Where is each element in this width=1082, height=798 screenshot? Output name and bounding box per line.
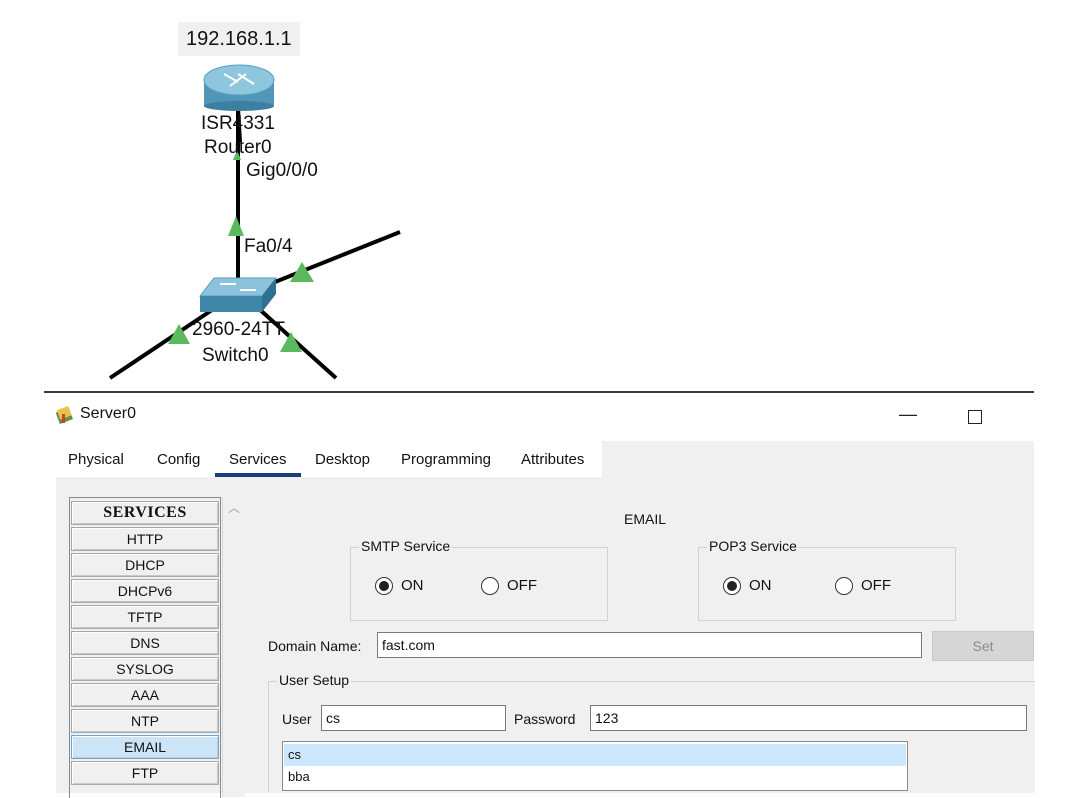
- minimize-button[interactable]: —: [896, 399, 920, 429]
- pop3-service-group: POP3 Service ON OFF: [698, 538, 956, 621]
- services-header: SERVICES: [71, 501, 219, 525]
- tab-programming[interactable]: Programming: [401, 451, 491, 468]
- switch-model-label: 2960-24TT: [192, 319, 285, 340]
- tab-bar: Physical Config Services Desktop Program…: [56, 441, 1034, 477]
- user-setup-legend: User Setup: [277, 672, 352, 688]
- service-item-dns[interactable]: DNS: [71, 631, 219, 655]
- router-icon[interactable]: [203, 64, 275, 111]
- tab-config[interactable]: Config: [157, 451, 200, 468]
- pop3-off-radio[interactable]: [835, 577, 853, 595]
- service-item-tftp[interactable]: TFTP: [71, 605, 219, 629]
- service-item-ftp[interactable]: FTP: [71, 761, 219, 785]
- service-item-ntp[interactable]: NTP: [71, 709, 219, 733]
- window-title: Server0: [80, 405, 137, 422]
- email-panel-title: EMAIL: [624, 511, 667, 527]
- set-domain-button[interactable]: Set: [932, 631, 1034, 661]
- smtp-on-label: ON: [401, 577, 424, 594]
- user-input[interactable]: cs: [321, 705, 506, 731]
- domain-name-input[interactable]: fast.com: [377, 632, 922, 658]
- tab-attributes[interactable]: Attributes: [521, 451, 584, 468]
- title-bar[interactable]: Server0 —: [44, 393, 1034, 437]
- pop3-on-radio[interactable]: [723, 577, 741, 595]
- link-up-marker: [290, 262, 314, 282]
- user-label: User: [282, 711, 312, 727]
- service-item-email[interactable]: EMAIL: [71, 735, 219, 759]
- switch-icon[interactable]: [198, 277, 278, 312]
- maximize-button[interactable]: [962, 401, 988, 429]
- services-list: SERVICES HTTP DHCP DHCPv6 TFTP DNS SYSLO…: [69, 497, 221, 798]
- pop3-service-legend: POP3 Service: [707, 538, 799, 554]
- service-item-dhcpv6[interactable]: DHCPv6: [71, 579, 219, 603]
- email-users-list[interactable]: cs bba: [282, 741, 908, 791]
- domain-name-label: Domain Name:: [268, 638, 362, 654]
- router-ip-label: 192.168.1.1: [178, 22, 300, 56]
- smtp-service-legend: SMTP Service: [359, 538, 453, 554]
- smtp-off-radio[interactable]: [481, 577, 499, 595]
- password-label: Password: [514, 711, 576, 727]
- router-model-label: ISR4331: [201, 113, 275, 134]
- service-item-aaa[interactable]: AAA: [71, 683, 219, 707]
- service-item-dhcp[interactable]: DHCP: [71, 553, 219, 577]
- server-app-icon: [55, 406, 73, 424]
- tab-desktop[interactable]: Desktop: [315, 451, 370, 468]
- smtp-on-radio[interactable]: [375, 577, 393, 595]
- router-port-label: Gig0/0/0: [246, 160, 318, 181]
- service-item-http[interactable]: HTTP: [71, 527, 219, 551]
- link-up-marker: [228, 216, 244, 236]
- pop3-on-label: ON: [749, 577, 772, 594]
- scroll-up-icon[interactable]: ︿: [227, 501, 241, 515]
- password-input[interactable]: 123: [590, 705, 1027, 731]
- tab-physical[interactable]: Physical: [68, 451, 124, 468]
- link-switch-southwest[interactable]: [108, 304, 220, 380]
- user-list-item-selected[interactable]: cs: [284, 744, 906, 766]
- smtp-off-label: OFF: [507, 577, 537, 594]
- switch-name-label: Switch0: [202, 345, 269, 366]
- service-item-syslog[interactable]: SYSLOG: [71, 657, 219, 681]
- network-topology: 192.168.1.1 ISR4331 Router0 Gig0/0/0 Fa0…: [0, 0, 1082, 390]
- services-scrollbar[interactable]: ︿: [222, 497, 245, 797]
- pop3-off-label: OFF: [861, 577, 891, 594]
- maximize-icon: [968, 410, 982, 424]
- router-name-label: Router0: [204, 137, 272, 153]
- switch-port-label: Fa0/4: [244, 236, 293, 257]
- smtp-service-group: SMTP Service ON OFF: [350, 538, 608, 621]
- user-list-item[interactable]: bba: [284, 766, 906, 788]
- tab-services[interactable]: Services: [229, 451, 287, 468]
- topology-links: [108, 64, 401, 380]
